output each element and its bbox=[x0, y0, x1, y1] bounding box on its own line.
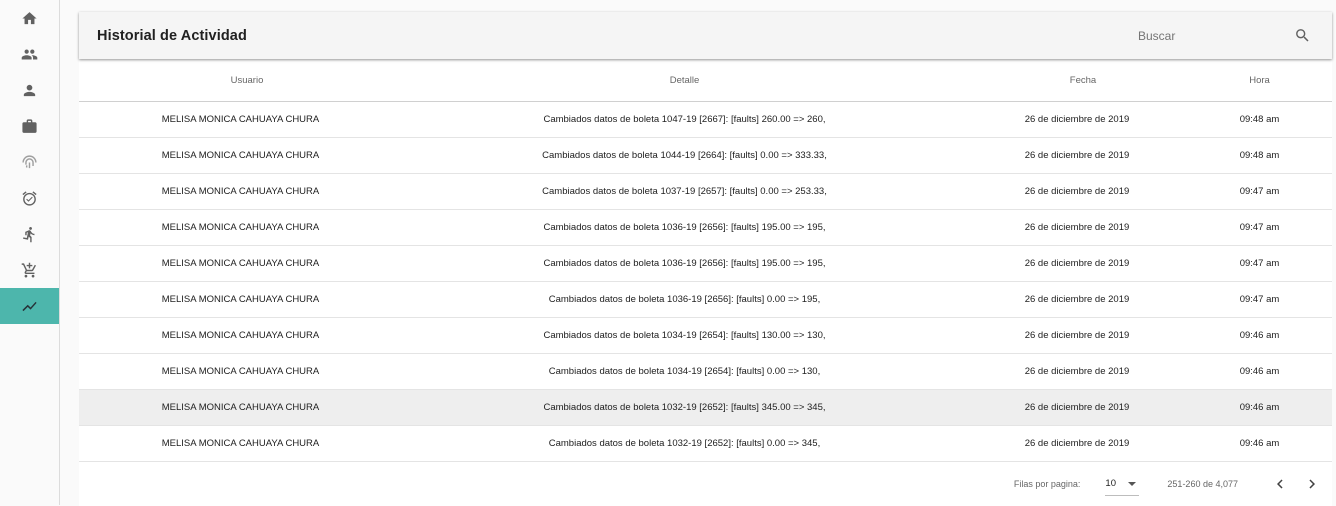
cell-hora: 09:46 am bbox=[1239, 366, 1280, 377]
nav-alarm[interactable] bbox=[0, 180, 59, 216]
cell-usuario: MELISA MONICA CAHUAYA CHURA bbox=[161, 222, 320, 233]
cell-usuario: MELISA MONICA CAHUAYA CHURA bbox=[161, 186, 320, 197]
cell-usuario: MELISA MONICA CAHUAYA CHURA bbox=[161, 438, 320, 449]
table-row[interactable]: MELISA MONICA CAHUAYA CHURA Cambiados dat… bbox=[79, 102, 1332, 138]
sidebar bbox=[0, 0, 60, 505]
cell-fecha: 26 de diciembre de 2019 bbox=[1024, 114, 1130, 125]
cell-fecha: 26 de diciembre de 2019 bbox=[1024, 150, 1130, 161]
table-header: Usuario Detalle Fecha Hora bbox=[79, 59, 1332, 102]
nav-fingerprint[interactable] bbox=[0, 144, 59, 180]
cell-usuario: MELISA MONICA CAHUAYA CHURA bbox=[161, 150, 320, 161]
cell-fecha: 26 de diciembre de 2019 bbox=[1024, 222, 1130, 233]
page-title: Historial de Actividad bbox=[97, 27, 247, 44]
add-shopping-cart-icon bbox=[21, 262, 36, 278]
activity-table: Usuario Detalle Fecha Hora MELISA MONICA… bbox=[79, 59, 1332, 506]
cell-detalle: Cambiados datos de boleta 1036-19 [2656]… bbox=[543, 222, 826, 233]
cell-fecha: 26 de diciembre de 2019 bbox=[1024, 438, 1130, 449]
cell-usuario: MELISA MONICA CAHUAYA CHURA bbox=[161, 330, 320, 341]
cell-hora: 09:48 am bbox=[1239, 114, 1280, 125]
next-page-button[interactable] bbox=[1300, 472, 1324, 496]
nav-running[interactable] bbox=[0, 216, 59, 252]
dropdown-caret-icon bbox=[1128, 481, 1137, 486]
cell-hora: 09:47 am bbox=[1239, 258, 1280, 269]
cell-usuario: MELISA MONICA CAHUAYA CHURA bbox=[161, 402, 320, 413]
cell-hora: 09:47 am bbox=[1239, 222, 1280, 233]
table-row[interactable]: MELISA MONICA CAHUAYA CHURA Cambiados dat… bbox=[79, 282, 1332, 318]
alarm-icon bbox=[22, 190, 37, 206]
column-header-hora[interactable]: Hora bbox=[1187, 75, 1332, 86]
cell-detalle: Cambiados datos de boleta 1047-19 [2667]… bbox=[543, 114, 826, 125]
cell-hora: 09:47 am bbox=[1239, 294, 1280, 305]
cell-usuario: MELISA MONICA CAHUAYA CHURA bbox=[161, 294, 320, 305]
cell-hora: 09:46 am bbox=[1239, 438, 1280, 449]
toolbar: Historial de Actividad bbox=[79, 12, 1332, 59]
cell-hora: 09:46 am bbox=[1239, 402, 1280, 413]
nav-trending[interactable] bbox=[0, 288, 59, 324]
search-input[interactable] bbox=[1138, 28, 1278, 43]
rows-per-page-value: 10 bbox=[1105, 478, 1116, 489]
chevron-left-icon bbox=[1277, 479, 1283, 489]
cell-fecha: 26 de diciembre de 2019 bbox=[1024, 330, 1130, 341]
previous-page-button[interactable] bbox=[1268, 472, 1292, 496]
table-row[interactable]: MELISA MONICA CAHUAYA CHURA Cambiados dat… bbox=[79, 246, 1332, 282]
cell-fecha: 26 de diciembre de 2019 bbox=[1024, 294, 1130, 305]
cell-hora: 09:48 am bbox=[1239, 150, 1280, 161]
table-row[interactable]: MELISA MONICA CAHUAYA CHURA Cambiados dat… bbox=[79, 174, 1332, 210]
table-row[interactable]: MELISA MONICA CAHUAYA CHURA Cambiados dat… bbox=[79, 210, 1332, 246]
cell-detalle: Cambiados datos de boleta 1032-19 [2652]… bbox=[548, 438, 821, 449]
cell-fecha: 26 de diciembre de 2019 bbox=[1024, 258, 1130, 269]
fingerprint-icon bbox=[22, 154, 37, 168]
running-person-icon bbox=[23, 226, 35, 242]
table-row[interactable]: MELISA MONICA CAHUAYA CHURA Cambiados dat… bbox=[79, 354, 1332, 390]
cell-detalle: Cambiados datos de boleta 1036-19 [2656]… bbox=[543, 258, 826, 269]
cell-usuario: MELISA MONICA CAHUAYA CHURA bbox=[161, 366, 320, 377]
home-icon bbox=[22, 11, 37, 24]
briefcase-icon bbox=[22, 118, 37, 133]
nav-people[interactable] bbox=[0, 36, 59, 72]
nav-person[interactable] bbox=[0, 72, 59, 108]
column-header-fecha[interactable]: Fecha bbox=[967, 75, 1187, 86]
cell-detalle: Cambiados datos de boleta 1037-19 [2657]… bbox=[542, 186, 827, 197]
chevron-right-icon bbox=[1309, 479, 1315, 489]
cell-detalle: Cambiados datos de boleta 1032-19 [2652]… bbox=[543, 402, 826, 413]
nav-home[interactable] bbox=[0, 0, 59, 36]
table-row[interactable]: MELISA MONICA CAHUAYA CHURA Cambiados dat… bbox=[79, 138, 1332, 174]
rows-per-page-label: Filas por pagina: bbox=[1013, 479, 1081, 489]
column-header-usuario[interactable]: Usuario bbox=[79, 75, 402, 86]
page-range: 251-260 de 4,077 bbox=[1167, 479, 1238, 489]
cell-detalle: Cambiados datos de boleta 1044-19 [2664]… bbox=[542, 150, 827, 161]
table-row[interactable]: MELISA MONICA CAHUAYA CHURA Cambiados dat… bbox=[79, 390, 1332, 426]
column-header-detalle[interactable]: Detalle bbox=[402, 75, 967, 86]
cell-usuario: MELISA MONICA CAHUAYA CHURA bbox=[161, 258, 320, 269]
cell-fecha: 26 de diciembre de 2019 bbox=[1024, 186, 1130, 197]
rows-per-page-select[interactable]: 10 bbox=[1105, 472, 1140, 496]
person-icon bbox=[23, 84, 36, 96]
cell-usuario: MELISA MONICA CAHUAYA CHURA bbox=[161, 114, 320, 125]
cell-hora: 09:46 am bbox=[1239, 330, 1280, 341]
cell-hora: 09:47 am bbox=[1239, 186, 1280, 197]
activity-panel: Historial de Actividad Usuario Detalle F… bbox=[79, 12, 1332, 506]
cell-fecha: 26 de diciembre de 2019 bbox=[1024, 402, 1130, 413]
search-icon bbox=[1295, 29, 1309, 42]
trending-icon bbox=[22, 301, 37, 311]
nav-cart[interactable] bbox=[0, 252, 59, 288]
search-button[interactable] bbox=[1290, 24, 1314, 48]
cell-detalle: Cambiados datos de boleta 1036-19 [2656]… bbox=[548, 294, 821, 305]
cell-detalle: Cambiados datos de boleta 1034-19 [2654]… bbox=[543, 330, 826, 341]
pagination: Filas por pagina: 10 251-260 de 4,077 bbox=[79, 462, 1332, 506]
cell-fecha: 26 de diciembre de 2019 bbox=[1024, 366, 1130, 377]
people-icon bbox=[21, 49, 38, 59]
cell-detalle: Cambiados datos de boleta 1034-19 [2654]… bbox=[548, 366, 821, 377]
table-row[interactable]: MELISA MONICA CAHUAYA CHURA Cambiados dat… bbox=[79, 318, 1332, 354]
nav-briefcase[interactable] bbox=[0, 108, 59, 144]
table-body: MELISA MONICA CAHUAYA CHURA Cambiados dat… bbox=[79, 102, 1332, 462]
table-row[interactable]: MELISA MONICA CAHUAYA CHURA Cambiados dat… bbox=[79, 426, 1332, 462]
